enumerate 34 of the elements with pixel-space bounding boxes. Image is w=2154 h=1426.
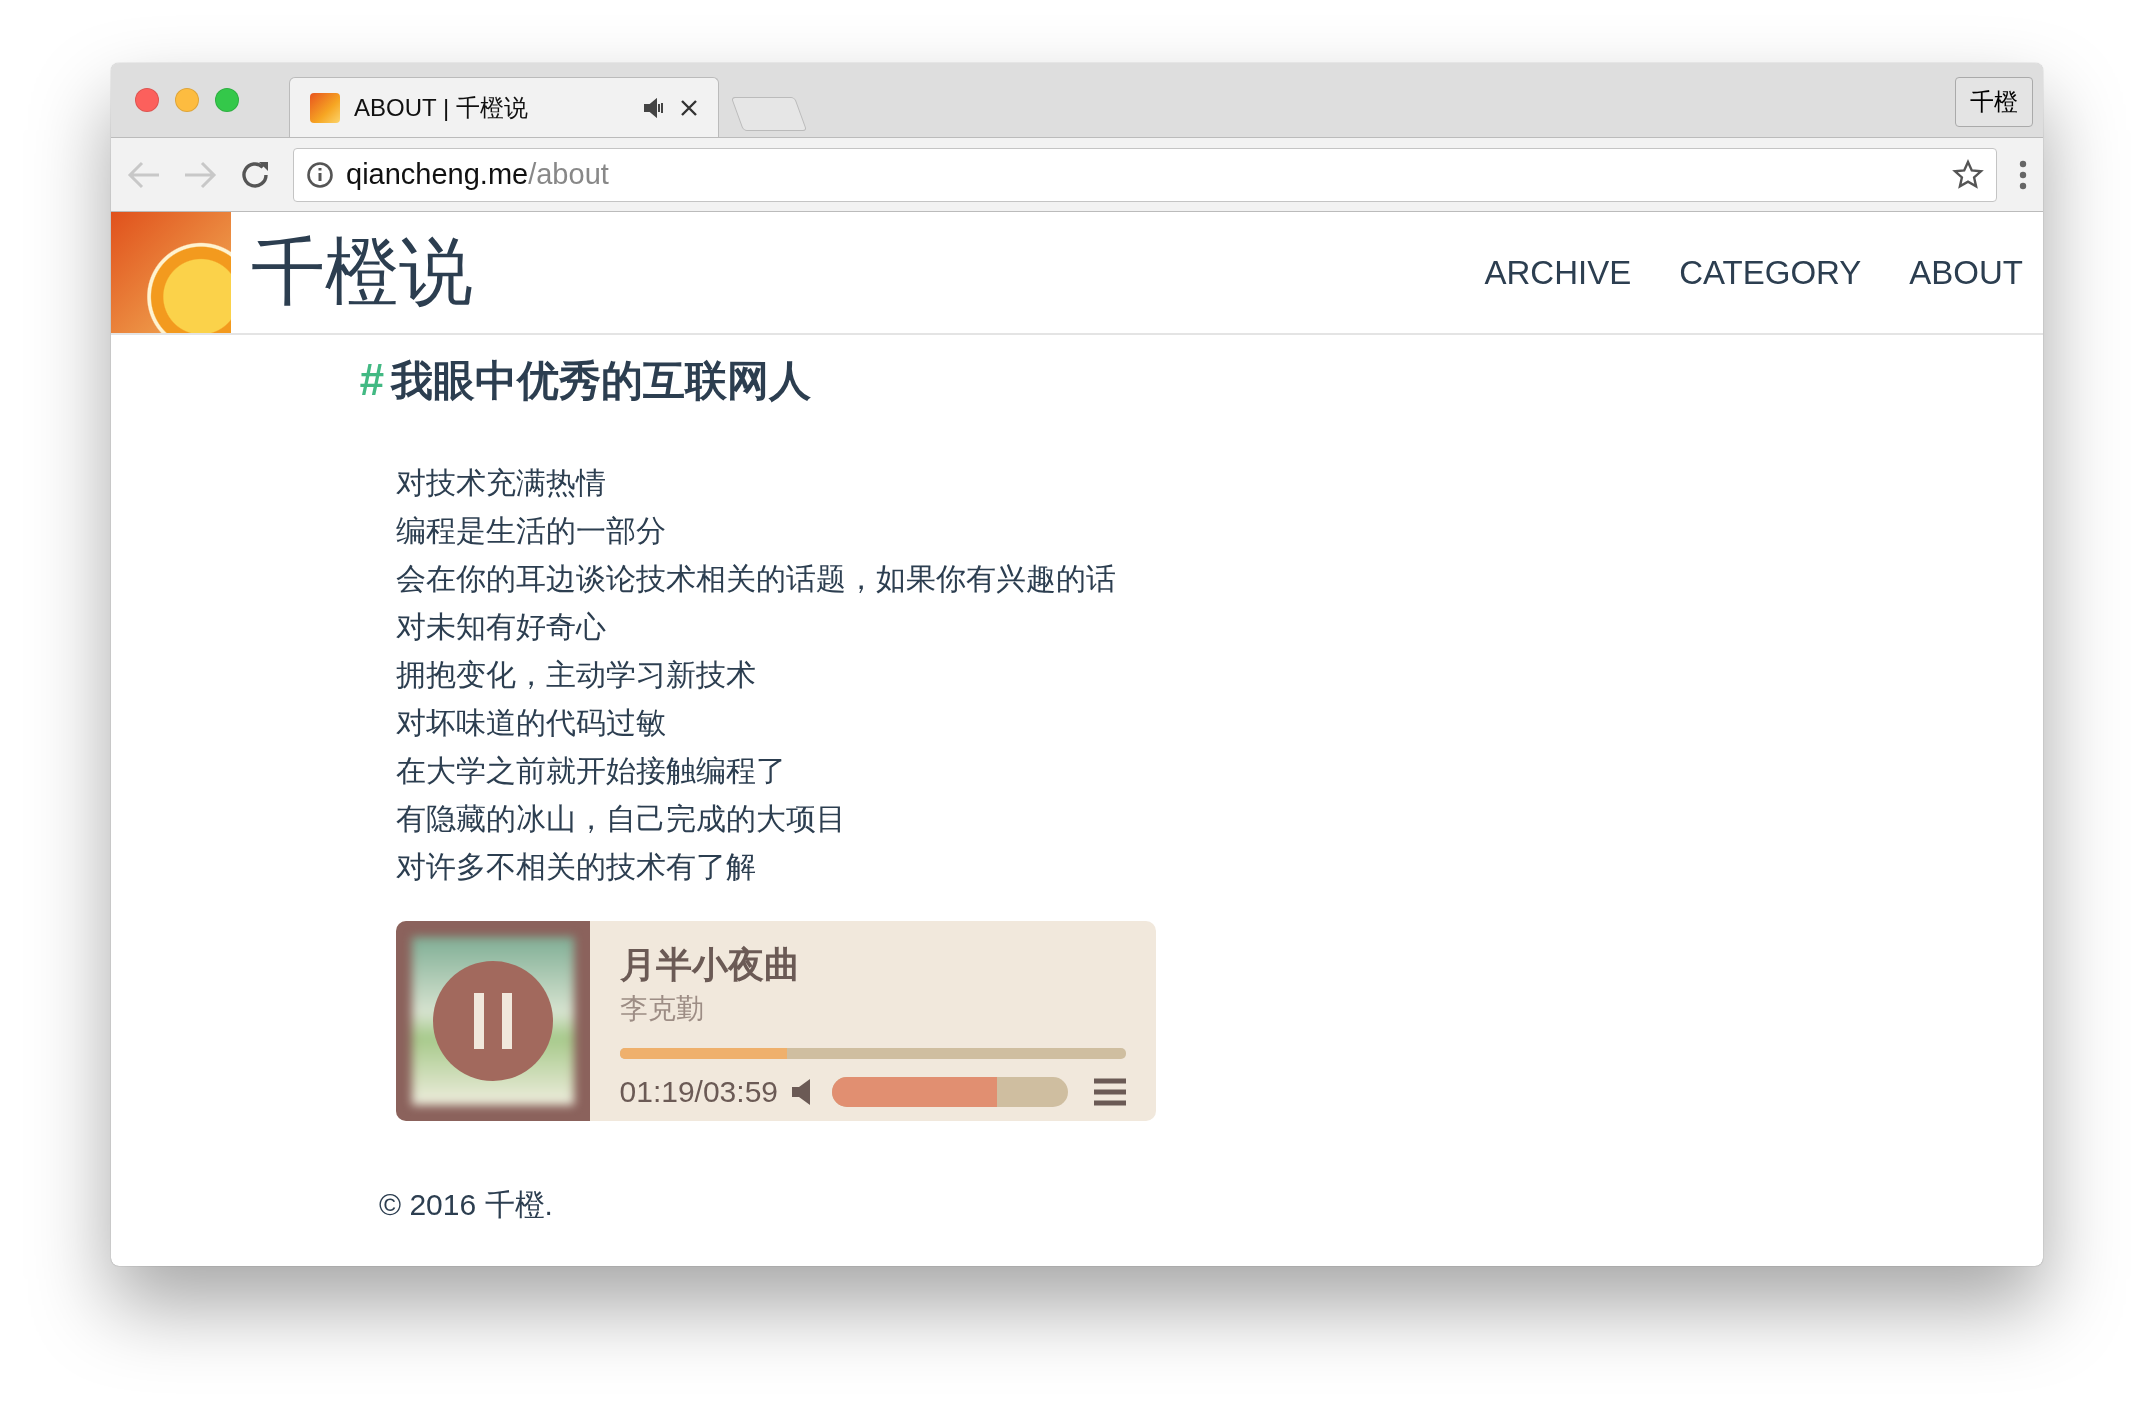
song-time: 01:19/03:59 bbox=[619, 1075, 778, 1109]
site-favicon-icon bbox=[310, 92, 340, 123]
volume-slider[interactable] bbox=[832, 1077, 1068, 1107]
nav-link[interactable]: ABOUT bbox=[1909, 253, 2023, 292]
close-window-button[interactable] bbox=[135, 88, 159, 112]
browser-tab[interactable]: ABOUT | 千橙说 bbox=[289, 77, 719, 137]
info-icon[interactable] bbox=[306, 160, 334, 189]
zoom-window-button[interactable] bbox=[215, 88, 239, 112]
list-line: 编程是生活的一部分 bbox=[396, 513, 667, 549]
address-bar[interactable]: qiancheng.me/about bbox=[293, 147, 1997, 202]
speaker-icon[interactable] bbox=[644, 97, 666, 118]
star-icon[interactable] bbox=[1952, 158, 1984, 191]
url-text: qiancheng.me/about bbox=[346, 158, 610, 191]
list-line: 会在你的耳边谈论技术相关的话题，如果你有兴趣的话 bbox=[396, 561, 1117, 597]
list-line: 对坏味道的代码过敏 bbox=[396, 705, 667, 741]
list-line: 在大学之前就开始接触编程了 bbox=[396, 753, 787, 789]
list-line: 对许多不相关的技术有了解 bbox=[396, 849, 757, 885]
list-line: 对未知有好奇心 bbox=[396, 609, 607, 645]
footer-text: © 2016 千橙. bbox=[379, 1187, 554, 1223]
song-title: 月半小夜曲 bbox=[619, 943, 801, 987]
tab-title: ABOUT | 千橙说 bbox=[354, 92, 529, 123]
volume-icon[interactable] bbox=[792, 1079, 812, 1105]
profile-button[interactable]: 千橙 bbox=[1955, 77, 2033, 127]
song-artist: 李克勤 bbox=[619, 992, 705, 1026]
menu-icon[interactable] bbox=[1094, 1078, 1126, 1106]
list-line: 有隐藏的冰山，自己完成的大项目 bbox=[396, 801, 847, 837]
list-line: 对技术充满热情 bbox=[396, 465, 607, 501]
section-heading: 我眼中优秀的互联网人 bbox=[391, 356, 812, 406]
more-menu-icon[interactable] bbox=[2019, 159, 2027, 190]
nav-link[interactable]: ARCHIVE bbox=[1484, 253, 1632, 292]
close-tab-icon[interactable] bbox=[680, 98, 698, 117]
nav-link[interactable]: CATEGORY bbox=[1679, 253, 1862, 292]
site-title[interactable]: 千橙说 bbox=[251, 222, 1485, 323]
list-line: 拥抱变化，主动学习新技术 bbox=[396, 657, 757, 693]
